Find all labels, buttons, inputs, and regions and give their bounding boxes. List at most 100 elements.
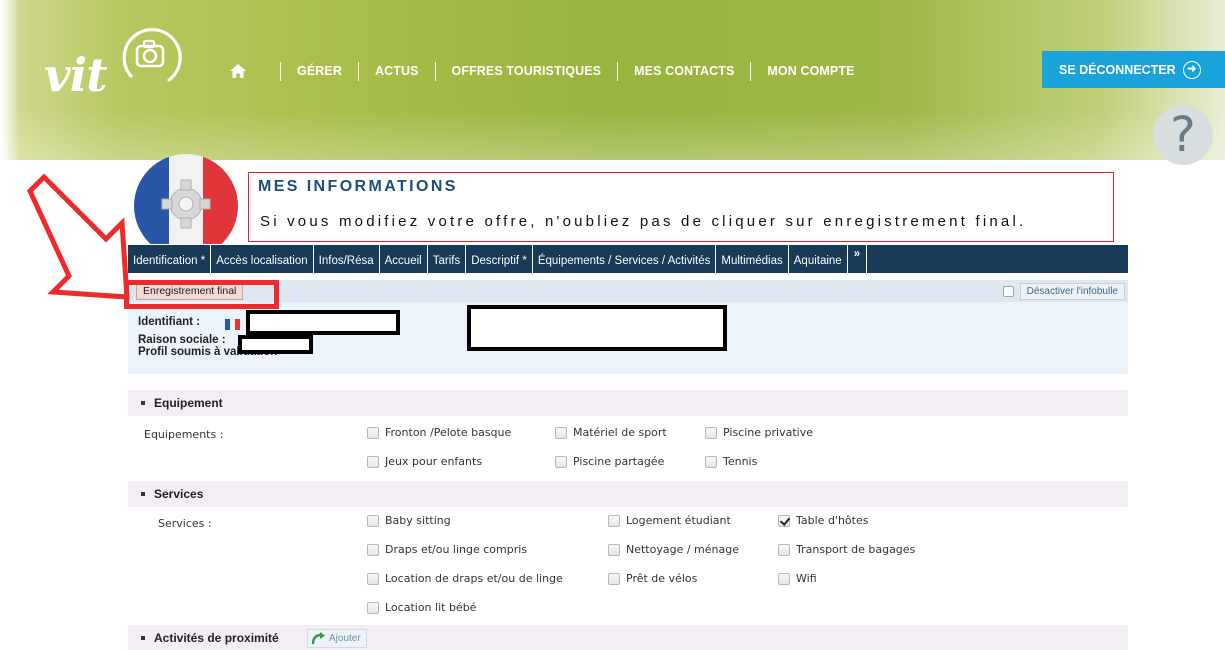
section-services: Services [128,481,1128,507]
redaction-box [238,335,313,354]
checkbox-checked[interactable] [778,514,790,527]
option-wifi[interactable]: Wifi [778,572,817,585]
option-location-draps[interactable]: Location de draps et/ou de linge [367,572,563,585]
option-transport-bagages[interactable]: Transport de bagages [778,543,915,556]
nav-gerer[interactable]: GÉRER [297,64,342,78]
checkbox[interactable] [778,572,790,585]
option-materiel-sport[interactable]: Matériel de sport [555,426,667,439]
checkbox[interactable] [367,455,379,468]
checkbox[interactable] [367,543,379,556]
option-label: Table d'hôtes [796,514,869,527]
option-draps-linge-compris[interactable]: Draps et/ou linge compris [367,543,527,556]
info-title: MES INFORMATIONS [258,178,458,195]
checkbox[interactable] [367,572,379,585]
option-label: Fronton /Pelote basque [385,426,512,439]
checkbox[interactable] [555,426,567,439]
nav-separator [280,61,281,81]
section-equipement: Equipement [128,390,1128,416]
main-nav: GÉRER ACTUS OFFRES TOURISTIQUES MES CONT… [230,61,855,81]
option-piscine-privative[interactable]: Piscine privative [705,426,813,439]
option-location-lit-bebe[interactable]: Location lit bébé [367,601,476,614]
help-button[interactable]: ? [1153,105,1213,165]
tab-bar: Identification * Accès localisation Info… [128,245,1128,273]
logout-button[interactable]: SE DÉCONNECTER ➜ [1042,51,1225,88]
nav-mes-contacts[interactable]: MES CONTACTS [634,64,734,78]
tab-more[interactable]: » [848,245,868,273]
option-label: Tennis [723,455,758,468]
add-activity-button[interactable]: Ajouter [307,629,367,648]
home-icon[interactable] [230,64,246,78]
checkbox[interactable] [367,426,379,439]
tab-infos-resa[interactable]: Infos/Résa [314,245,380,273]
option-label: Location de draps et/ou de linge [385,572,563,585]
info-box: MES INFORMATIONS Si vous modifiez votre … [248,172,1114,242]
tab-aquitaine[interactable]: Aquitaine [789,245,848,273]
header-banner: vit GÉRER ACTUS OFFRES TOURISTIQUES MES … [0,0,1225,160]
nav-separator [617,61,619,81]
option-label: Transport de bagages [796,543,916,556]
tab-descriptif[interactable]: Descriptif * [466,245,533,273]
section-activites: Activités de proximité [128,625,1128,650]
option-label: Draps et/ou linge compris [385,543,528,556]
tab-tarifs[interactable]: Tarifs [428,245,467,273]
identifiant-label: Identifiant : [138,316,200,328]
section-services-title: Services [154,487,204,501]
checkbox[interactable] [608,514,620,527]
bullet [141,635,145,640]
redaction-box [467,305,727,351]
infobulle-label[interactable]: Désactiver l'infobulle [1019,283,1125,300]
logout-label: SE DÉCONNECTER [1059,62,1176,77]
add-label: Ajouter [329,633,361,644]
option-pret-velos[interactable]: Prêt de vélos [608,572,697,585]
option-label: Logement étudiant [626,514,731,527]
option-nettoyage-menage[interactable]: Nettoyage / ménage [608,543,739,556]
highlight-box-annotation [124,280,279,309]
tab-multimedias[interactable]: Multimédias [716,245,789,273]
info-message: Si vous modifiez votre offre, n'oubliez … [260,213,1027,230]
option-label: Matériel de sport [573,426,667,439]
nav-mon-compte[interactable]: MON COMPTE [767,64,854,78]
option-baby-sitting[interactable]: Baby sitting [367,514,451,527]
nav-actus[interactable]: ACTUS [375,64,419,78]
option-label: Jeux pour enfants [385,455,483,468]
nav-offres-touristiques[interactable]: OFFRES TOURISTIQUES [452,64,602,78]
checkbox[interactable] [705,455,717,468]
option-piscine-partagee[interactable]: Piscine partagée [555,455,664,468]
checkbox[interactable] [778,543,790,556]
section-activites-title: Activités de proximité [154,631,279,645]
tab-accueil[interactable]: Accueil [380,245,428,273]
option-label: Piscine privative [723,426,813,439]
checkbox[interactable] [608,572,620,585]
option-fronton[interactable]: Fronton /Pelote basque [367,426,511,439]
checkbox[interactable] [705,426,717,439]
redaction-box [246,310,400,335]
checkbox[interactable] [367,514,379,527]
raison-sociale-label: Raison sociale : [138,334,226,346]
option-label: Location lit bébé [385,601,477,614]
option-tennis[interactable]: Tennis [705,455,757,468]
arrow-right-circle-icon: ➜ [1182,60,1201,79]
checkbox[interactable] [608,543,620,556]
option-label: Baby sitting [385,514,451,527]
nav-separator [750,61,752,81]
french-flag-icon [225,319,240,330]
checkbox[interactable] [367,601,379,614]
tab-acces-localisation[interactable]: Accès localisation [211,245,314,273]
infobulle-checkbox[interactable] [1002,286,1014,297]
logo-text: vit [44,48,107,102]
nav-separator [357,61,359,81]
option-label: Prêt de vélos [626,572,698,585]
equipements-label: Equipements : [144,428,224,441]
option-label: Piscine partagée [573,455,665,468]
camera-logo-icon [122,28,182,82]
tab-equipements-services-activites[interactable]: Équipements / Services / Activités [532,245,717,273]
option-label: Wifi [796,572,817,585]
option-logement-etudiant[interactable]: Logement étudiant [608,514,731,527]
option-table-hotes[interactable]: Table d'hôtes [778,514,868,527]
bullet [141,400,145,405]
services-label: Services : [158,517,212,530]
nav-separator [434,61,436,81]
section-equipement-title: Equipement [154,396,223,410]
option-jeux-enfants[interactable]: Jeux pour enfants [367,455,482,468]
checkbox[interactable] [555,455,567,468]
